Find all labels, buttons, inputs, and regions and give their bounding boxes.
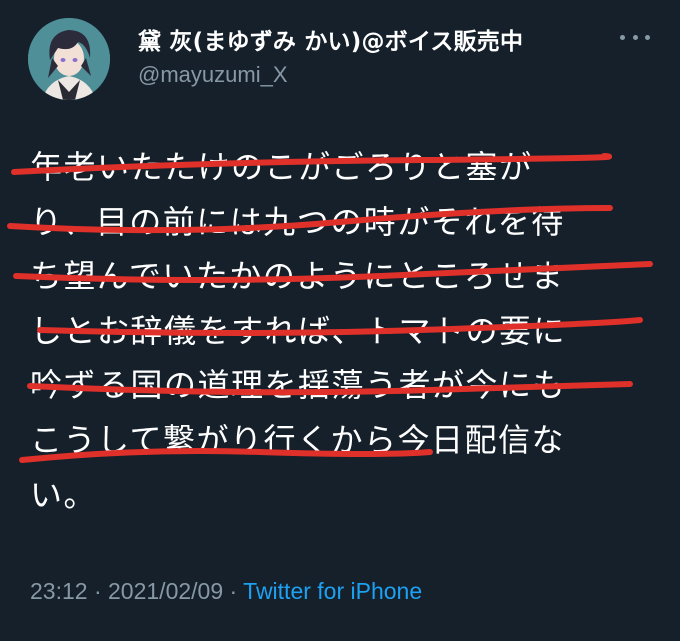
tweet-time[interactable]: 23:12 (30, 578, 88, 604)
user-handle[interactable]: @mayuzumi_X (138, 62, 288, 88)
separator: · (223, 578, 244, 604)
tweet-line: り、目の前には九つの時がそれを待 (30, 202, 565, 241)
tweet-line: しとお辞儀をすれば、トマトの要に (30, 311, 567, 350)
tweet-line: こうして繋がり行くから今日配信な (30, 420, 566, 459)
tweet-line: 年老いたたけのこがごろりと塞が (30, 148, 533, 186)
display-name[interactable]: 黛 灰(まゆずみ かい)@ボイス販売中 (138, 22, 523, 56)
avatar-image (28, 18, 110, 100)
tweet-metadata: 23:12 · 2021/02/09 · Twitter for iPhone (30, 578, 422, 605)
tweet-line: 吟ずる国の道理を揺蕩う者が今にも (30, 366, 567, 405)
tweet-text: 年老いたたけのこがごろりと塞が り、目の前には九つの時がそれを待 ち望んでいたか… (30, 140, 630, 522)
separator: · (87, 578, 109, 604)
more-options-icon[interactable] (620, 30, 650, 44)
tweet-date[interactable]: 2021/02/09 (108, 578, 223, 604)
tweet-source-link[interactable]: Twitter for iPhone (243, 578, 422, 604)
tweet-line: い。 (30, 475, 98, 514)
tweet-line: ち望んでいたかのようにところせま (30, 257, 565, 296)
avatar[interactable] (28, 18, 110, 100)
